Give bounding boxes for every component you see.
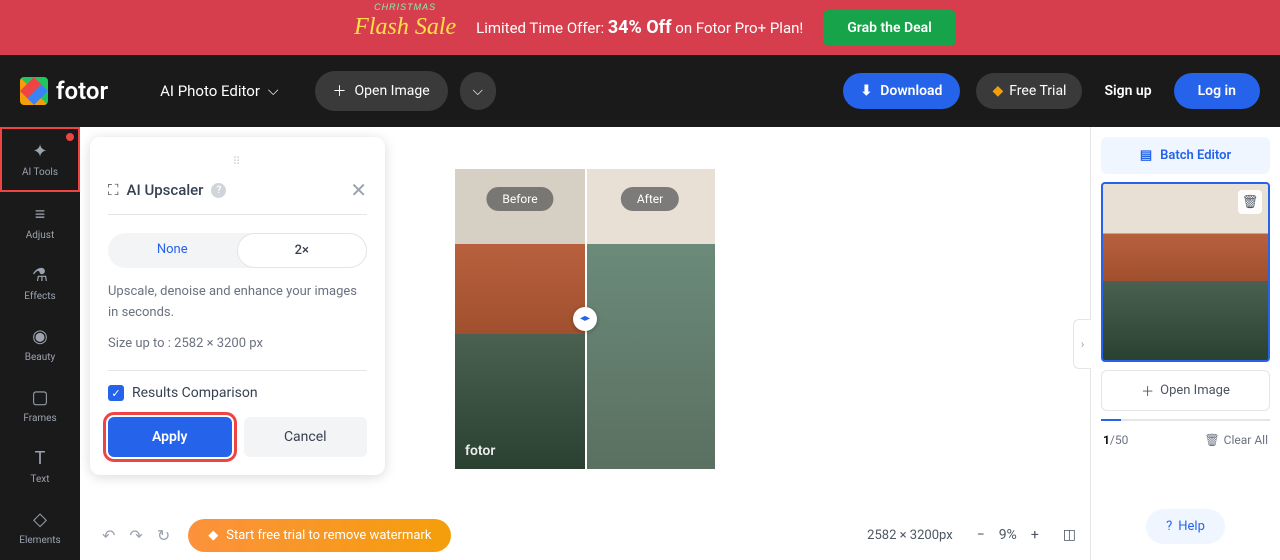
sidebar-item-elements[interactable]: ◇ Elements [0,497,80,558]
log-in-button[interactable]: Log in [1174,73,1260,109]
collapse-panel-button[interactable]: › [1073,319,1091,369]
chevron-down-icon: ⌵ [473,84,483,99]
close-icon[interactable]: ✕ [350,178,367,202]
logo[interactable]: fotor [20,77,108,105]
download-icon: ⬇ [861,83,873,99]
undo-icon[interactable]: ↶ [102,526,115,545]
frame-icon: ▢ [31,387,48,408]
drag-handle-icon[interactable]: ⠿ [108,155,367,168]
sliders-icon: ≡ [35,204,46,225]
zoom-out-icon[interactable]: − [977,527,985,543]
clear-all-button[interactable]: 🗑 Clear All [1204,433,1268,447]
trash-icon: 🗑 [1204,433,1219,447]
sale-headline: Flash Sale [354,14,456,41]
upscaler-panel: ⠿ ⛶ AI Upscaler ? ✕ None 2× Upscale, den… [90,137,385,475]
help-button[interactable]: ? Help [1146,509,1225,544]
comparison-image[interactable]: Before After ◂▸ fotor [455,169,715,469]
fit-screen-icon[interactable]: ◫ [1063,527,1076,543]
panel-size-info: Size up to : 2582 × 3200 px [108,334,367,355]
sparkle-icon: ✦ [32,141,47,162]
topbar: fotor AI Photo Editor ＋ Open Image ⌵ ⬇ D… [0,55,1280,127]
watermark: fotor [465,443,495,459]
trash-icon: 🗑 [1242,195,1259,210]
expand-icon: ⛶ [108,181,119,199]
batch-editor-button[interactable]: ▤ Batch Editor [1101,137,1270,174]
sidebar-item-effects[interactable]: ⚗ Effects [0,253,80,314]
reset-icon[interactable]: ↻ [157,526,170,545]
sign-up-link[interactable]: Sign up [1104,83,1151,99]
tool-sidebar: ✦ AI Tools ≡ Adjust ⚗ Effects ◉ Beauty ▢… [0,127,80,560]
trial-watermark-banner[interactable]: ◆ Start free trial to remove watermark [188,519,451,552]
logo-text: fotor [56,77,108,105]
panel-description: Upscale, denoise and enhance your images… [108,282,367,324]
image-count-row: 1/50 🗑 Clear All [1101,429,1270,451]
history-controls: ↶ ↷ ↻ [94,526,178,545]
delete-thumbnail-button[interactable]: 🗑 [1238,190,1262,214]
checkbox-icon: ✓ [108,385,124,401]
sidebar-item-frames[interactable]: ▢ Frames [0,375,80,436]
after-label: After [621,187,679,211]
help-icon[interactable]: ? [211,183,226,198]
zoom-controls: − 9% + ◫ [977,527,1076,543]
right-panel: › ▤ Batch Editor 🗑 ＋ Open Image 1/50 🗑 C… [1090,127,1280,560]
shapes-icon: ◇ [33,509,47,530]
sidebar-item-adjust[interactable]: ≡ Adjust [0,192,80,253]
cancel-button[interactable]: Cancel [244,417,368,457]
download-button[interactable]: ⬇ Download [843,73,961,109]
thumbnail[interactable]: 🗑 [1101,182,1270,362]
diamond-icon: ◆ [208,528,218,543]
plus-icon: ＋ [333,81,347,101]
after-image: After [585,169,715,469]
image-count-progress [1101,419,1270,421]
open-image-button[interactable]: ＋ Open Image [315,71,448,111]
text-icon: T [35,448,46,469]
canvas-area: ⠿ ⛶ AI Upscaler ? ✕ None 2× Upscale, den… [80,127,1090,560]
comparison-slider-handle[interactable]: ◂▸ [573,307,597,331]
panel-title: ⛶ AI Upscaler ? [108,181,226,199]
before-image: Before [455,169,585,469]
grab-deal-button[interactable]: Grab the Deal [823,10,956,46]
image-count: 1/50 [1103,433,1128,447]
zoom-level: 9% [999,527,1017,543]
eye-icon: ◉ [32,326,48,347]
sidebar-item-ai-tools[interactable]: ✦ AI Tools [0,127,80,192]
chevron-right-icon: › [1081,337,1085,351]
offer-text: Limited Time Offer: 34% Off on Fotor Pro… [476,17,803,38]
diamond-icon: ◆ [992,83,1003,99]
batch-icon: ▤ [1140,148,1152,163]
flask-icon: ⚗ [32,265,48,286]
redo-icon[interactable]: ↷ [129,526,142,545]
sidebar-item-beauty[interactable]: ◉ Beauty [0,314,80,375]
open-image-right-button[interactable]: ＋ Open Image [1101,370,1270,411]
scale-options: None 2× [108,233,367,268]
zoom-in-icon[interactable]: + [1031,527,1039,543]
editor-mode-dropdown[interactable]: AI Photo Editor [146,74,292,108]
plus-icon: ＋ [1141,381,1154,400]
open-image-dropdown[interactable]: ⌵ [460,72,496,110]
apply-button[interactable]: Apply [108,417,232,457]
before-label: Before [486,187,553,211]
free-trial-button[interactable]: ◆ Free Trial [976,73,1082,109]
image-dimensions: 2582 × 3200px [853,528,967,543]
bottom-toolbar: ↶ ↷ ↻ ◆ Start free trial to remove water… [80,510,1090,560]
logo-icon [20,77,48,105]
help-circle-icon: ? [1166,519,1172,534]
results-comparison-checkbox[interactable]: ✓ Results Comparison [108,370,367,401]
sidebar-item-text[interactable]: T Text [0,436,80,497]
scale-option-none[interactable]: None [108,233,237,268]
promo-banner: Flash Sale Limited Time Offer: 34% Off o… [0,0,1280,55]
workspace: ✦ AI Tools ≡ Adjust ⚗ Effects ◉ Beauty ▢… [0,127,1280,560]
scale-option-2x[interactable]: 2× [237,233,368,268]
